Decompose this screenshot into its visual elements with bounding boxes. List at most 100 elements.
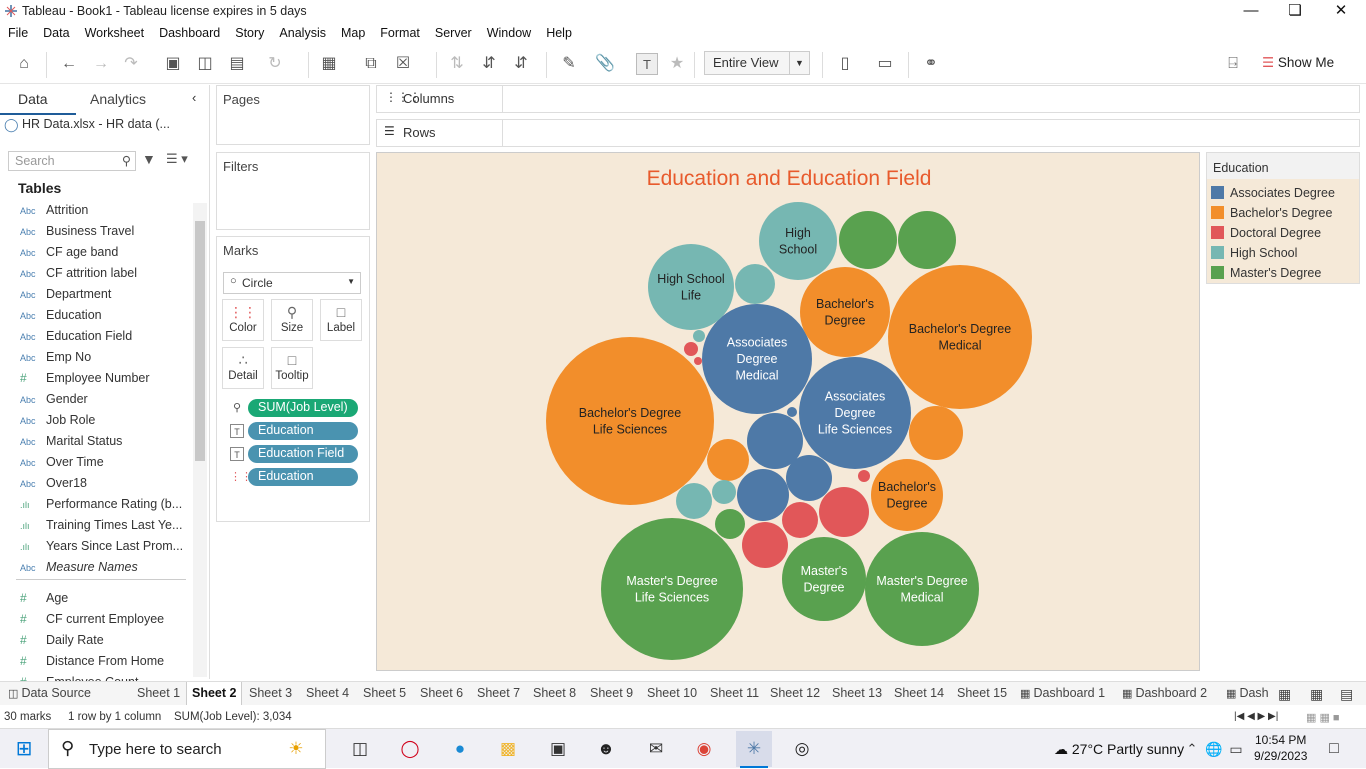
sheet-nav-icons[interactable]: |◀ ◀ ▶ ▶| <box>1234 711 1278 722</box>
rows-shelf[interactable]: ☰ Rows <box>376 119 1360 147</box>
store-icon[interactable]: ▣ <box>546 737 570 761</box>
clear-sheet-icon[interactable]: ☒ <box>392 53 414 75</box>
filter-icon[interactable]: ▼ <box>142 151 156 167</box>
bubble-mark[interactable] <box>865 532 979 646</box>
bubble-mark[interactable] <box>694 357 702 365</box>
menu-map[interactable]: Map <box>333 24 372 40</box>
field-item[interactable]: Abc Over Time <box>20 455 104 475</box>
bubble-mark[interactable] <box>871 459 943 531</box>
show-me-button[interactable]: ☰ Show Me <box>1262 55 1334 71</box>
menu-analysis[interactable]: Analysis <box>271 24 333 40</box>
field-item[interactable]: .ılı Performance Rating (b... <box>20 497 182 517</box>
legend-item[interactable]: High School <box>1211 246 1297 260</box>
group-icon[interactable]: 📎 <box>594 53 616 75</box>
battery-icon[interactable]: ▭ <box>1224 737 1248 761</box>
bubble-mark[interactable] <box>715 509 745 539</box>
network-icon[interactable]: 🌐 <box>1202 737 1226 761</box>
fix-axes-icon[interactable]: ★ <box>666 53 688 75</box>
bubble-mark[interactable] <box>782 502 818 538</box>
menu-server[interactable]: Server <box>427 24 479 40</box>
field-list-scrollbar[interactable] <box>193 203 207 677</box>
bubble-mark[interactable] <box>735 264 775 304</box>
field-item[interactable]: Abc CF attrition label <box>20 266 137 286</box>
format-painter-icon[interactable]: ⍈ <box>1222 53 1244 75</box>
refresh-icon[interactable]: ↻ <box>264 53 286 75</box>
tab-sheet-3[interactable]: Sheet 3 <box>249 682 292 705</box>
bubble-mark[interactable] <box>707 439 749 481</box>
minimize-button[interactable]: — <box>1228 0 1274 24</box>
weather-widget-icon[interactable]: ☀ <box>284 737 308 761</box>
tab-sheet-2[interactable]: Sheet 2 <box>186 682 242 705</box>
field-item[interactable]: .ılı Training Times Last Ye... <box>20 518 182 538</box>
bubble-mark[interactable] <box>800 267 890 357</box>
bubble-mark[interactable] <box>858 470 870 482</box>
duplicate-sheet-icon[interactable]: ⧉ <box>360 53 382 75</box>
sort-ascending-icon[interactable]: ⇵ <box>478 53 500 75</box>
bubble-mark[interactable] <box>693 330 705 342</box>
tab-data-source[interactable]: ◫ Data Source <box>8 682 91 705</box>
size-pill[interactable]: SUM(Job Level) <box>248 399 358 417</box>
field-item[interactable]: # Distance From Home <box>20 654 164 674</box>
tab-sheet-13[interactable]: Sheet 13 <box>832 682 882 705</box>
notification-icon[interactable]: □ <box>1322 737 1346 761</box>
field-item[interactable]: # Age <box>20 591 68 611</box>
tab-analytics[interactable]: Analytics <box>90 91 146 107</box>
bubble-mark[interactable] <box>601 518 743 660</box>
pages-shelf[interactable]: Pages <box>216 85 370 145</box>
tab-sheet-14[interactable]: Sheet 14 <box>894 682 944 705</box>
field-item[interactable]: Abc Attrition <box>20 203 88 223</box>
close-button[interactable]: ✕ <box>1318 0 1364 24</box>
field-item[interactable]: Abc Job Role <box>20 413 95 433</box>
menu-story[interactable]: Story <box>227 24 271 40</box>
datasource-item[interactable]: HR Data.xlsx - HR data (... <box>22 117 170 131</box>
new-worksheet-icon[interactable]: ▦ <box>318 53 340 75</box>
edge-icon[interactable]: ● <box>448 737 472 761</box>
save-icon[interactable]: ▣ <box>162 53 184 75</box>
legend-item[interactable]: Master's Degree <box>1211 266 1321 280</box>
bubble-mark[interactable] <box>737 469 789 521</box>
menu-help[interactable]: Help <box>538 24 579 40</box>
field-item[interactable]: Abc Over18 <box>20 476 87 496</box>
weather-text[interactable]: ☁ 27°C Partly sunny <box>1054 741 1184 758</box>
sort-descending-icon[interactable]: ⇵ <box>510 53 532 75</box>
tab-dashboard-3[interactable]: ▦ Dash <box>1226 682 1270 705</box>
tab-sheet-7[interactable]: Sheet 7 <box>477 682 520 705</box>
replay-icon[interactable]: ↷ <box>120 53 142 75</box>
field-item[interactable]: Abc Measure Names <box>20 560 138 580</box>
field-item[interactable]: Abc Education <box>20 308 102 328</box>
filters-shelf[interactable]: Filters <box>216 152 370 230</box>
app-icon[interactable]: ☻ <box>594 737 618 761</box>
legend-item[interactable]: Associates Degree <box>1211 186 1335 200</box>
collapse-icon[interactable]: ‹ <box>192 90 196 105</box>
field-item[interactable]: Abc Emp No <box>20 350 91 370</box>
view-options-icon[interactable]: ☰ ▾ <box>166 151 188 167</box>
bubble-mark[interactable] <box>759 202 837 280</box>
tab-sheet-15[interactable]: Sheet 15 <box>957 682 1007 705</box>
new-story-icon[interactable]: ▤ <box>1340 682 1353 705</box>
field-item[interactable]: # CF current Employee <box>20 612 164 632</box>
swap-icon[interactable]: ⇅ <box>446 53 468 75</box>
bubble-mark[interactable] <box>712 480 736 504</box>
tab-sheet-10[interactable]: Sheet 10 <box>647 682 697 705</box>
search-input[interactable]: Search ⚲ <box>8 151 136 171</box>
view-mode-select[interactable]: Entire View ▼ <box>704 51 810 75</box>
home-icon[interactable]: ⌂ <box>13 53 35 75</box>
windows-start-icon[interactable]: ⊞ <box>12 737 36 761</box>
share-icon[interactable]: ⚭ <box>920 53 942 75</box>
bubble-chart[interactable]: Bachelor's Degree Life SciencesBachelor's… <box>377 153 1200 671</box>
redo-icon[interactable]: → <box>90 53 112 75</box>
label-pill[interactable]: Education Field <box>248 445 358 463</box>
viz-canvas[interactable]: Bachelor's Degree Life Sciences Bachelor's… <box>376 152 1200 671</box>
bubble-mark[interactable] <box>742 522 788 568</box>
tab-sheet-1[interactable]: Sheet 1 <box>137 682 180 705</box>
new-worksheet-icon[interactable]: ▦ <box>1278 682 1291 705</box>
tab-sheet-11[interactable]: Sheet 11 <box>710 682 759 705</box>
bubble-mark[interactable] <box>819 487 869 537</box>
bubble-mark[interactable] <box>909 406 963 460</box>
menu-format[interactable]: Format <box>372 24 427 40</box>
bubble-mark[interactable] <box>786 455 832 501</box>
menu-window[interactable]: Window <box>479 24 538 40</box>
field-item[interactable]: Abc Education Field <box>20 329 132 349</box>
field-item[interactable]: # Daily Rate <box>20 633 104 653</box>
grid-view-icon[interactable]: ▦ ▦ ■ <box>1306 711 1340 724</box>
